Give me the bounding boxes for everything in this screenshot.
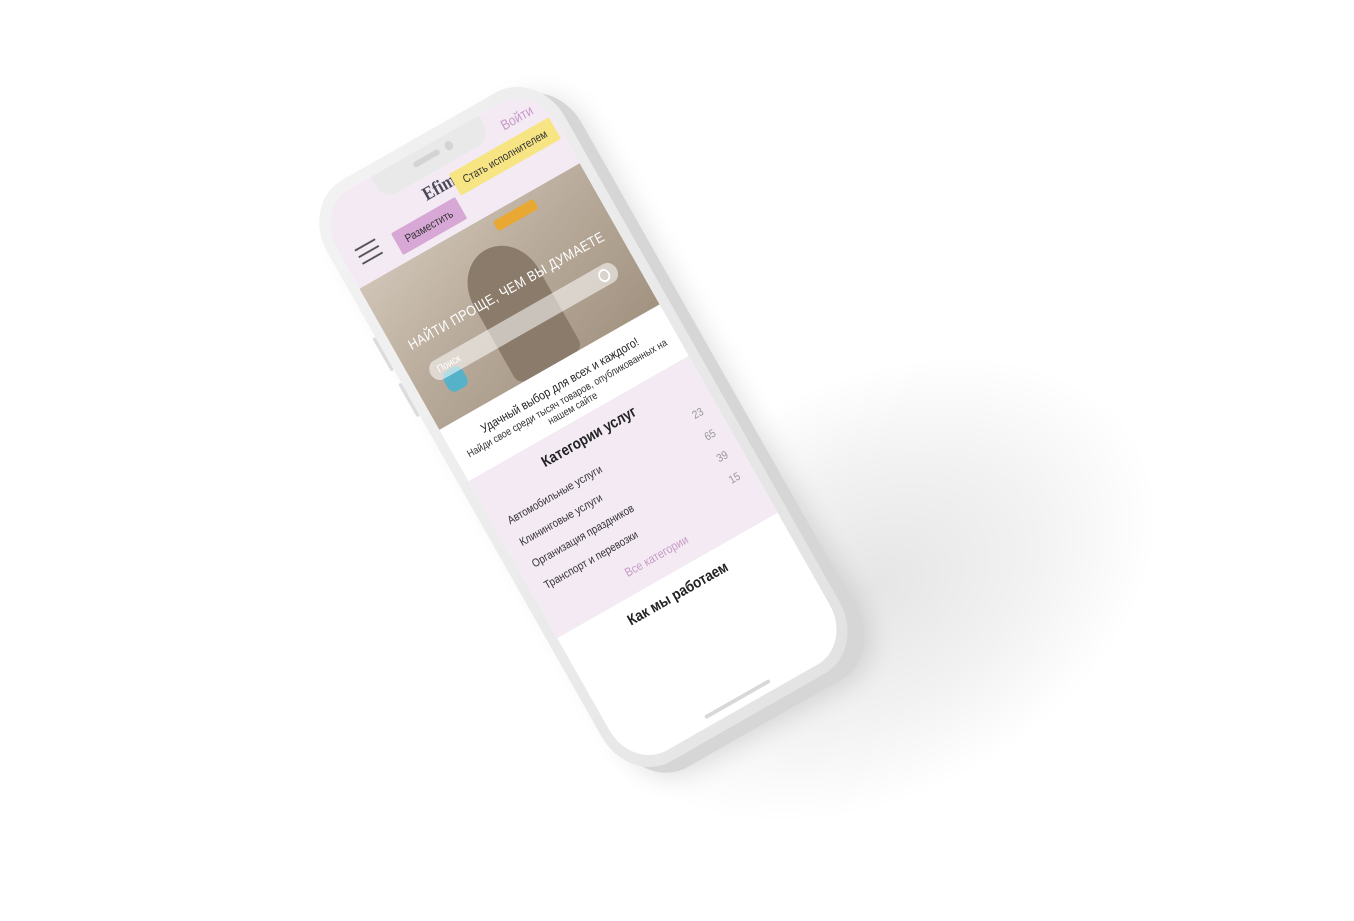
category-count: 39 bbox=[714, 447, 731, 465]
scene: Войти Efima Стать исполнителем Разместит… bbox=[0, 0, 1354, 921]
front-camera bbox=[442, 139, 455, 152]
category-count: 65 bbox=[701, 426, 719, 444]
category-count: 15 bbox=[726, 469, 743, 487]
menu-icon[interactable] bbox=[354, 238, 386, 269]
category-count: 23 bbox=[689, 404, 706, 422]
speaker bbox=[412, 148, 441, 169]
